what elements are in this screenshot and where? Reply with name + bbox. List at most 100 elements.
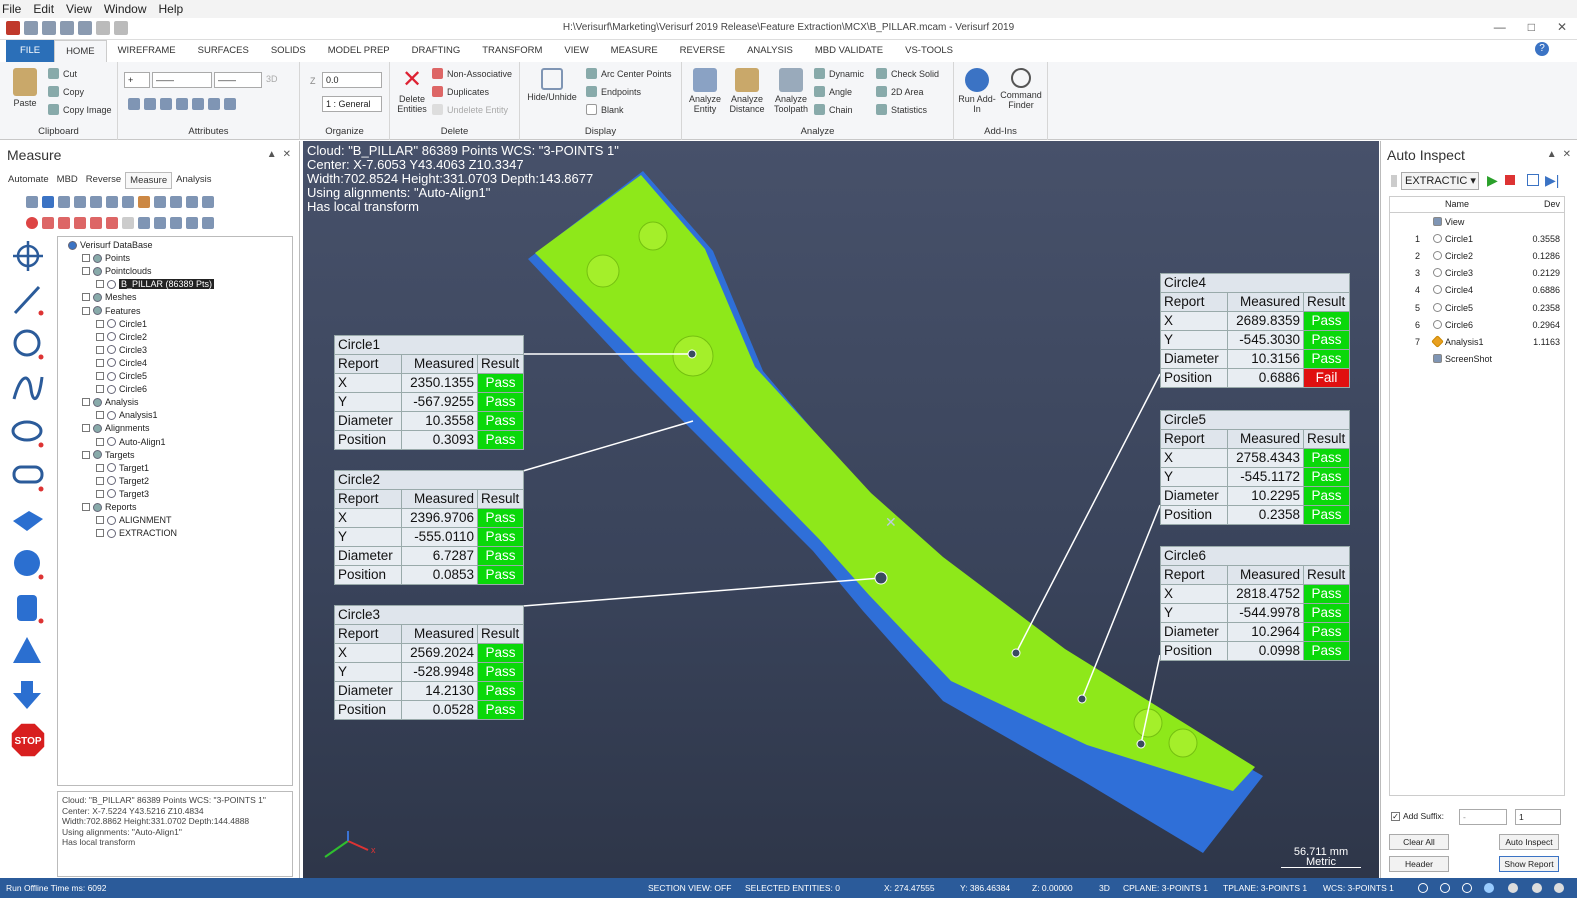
menu-help[interactable]: Help [159, 2, 184, 16]
pin-icon[interactable]: ▲ [1547, 149, 1557, 160]
tree-item[interactable]: Circle5 [96, 371, 147, 381]
panel-tab-analysis[interactable]: Analysis [172, 172, 215, 189]
step-icon[interactable]: ▶| [1545, 172, 1559, 189]
inspect-list-item[interactable]: View [1390, 214, 1564, 230]
tool-icon-5[interactable] [90, 196, 102, 208]
status-wcs[interactable]: WCS: 3-POINTS 1 [1323, 883, 1394, 893]
menu-window[interactable]: Window [104, 2, 147, 16]
panel-toolbar-1[interactable] [26, 196, 214, 208]
tool-icon-2[interactable] [42, 196, 54, 208]
tool-icon-4[interactable] [74, 196, 86, 208]
inspect-list-item[interactable]: 4 Circle4 0.6886 [1390, 282, 1564, 298]
help-icon[interactable]: ? [1535, 42, 1549, 56]
copy-button[interactable]: Copy [48, 86, 84, 97]
tree-item[interactable]: Verisurf DataBase [68, 240, 153, 250]
sphere-tool[interactable] [8, 544, 48, 584]
point-tool[interactable] [8, 236, 48, 276]
inspect-list-item[interactable]: 3 Circle3 0.2129 [1390, 265, 1564, 281]
attribute-icons[interactable] [128, 98, 236, 110]
tree-item[interactable]: Auto-Align1 [96, 437, 166, 447]
statistics-button[interactable]: Statistics [876, 104, 927, 115]
surface-color-icon[interactable] [176, 98, 188, 110]
tree-item[interactable]: Circle1 [96, 319, 147, 329]
status-cplane[interactable]: CPLANE: 3-POINTS 1 [1123, 883, 1208, 893]
tab-file[interactable]: FILE [6, 40, 55, 62]
tool-icon-11[interactable] [186, 196, 198, 208]
shading-icon-4[interactable] [1554, 883, 1564, 893]
tab-measure[interactable]: MEASURE [600, 40, 669, 62]
checkbox[interactable] [96, 358, 104, 367]
check-solid-button[interactable]: Check Solid [876, 68, 939, 79]
tree-item[interactable]: Target3 [96, 489, 149, 499]
stop-square-icon[interactable] [1505, 175, 1515, 185]
level-select[interactable]: 1 : General [322, 96, 382, 112]
undelete-entity-button[interactable]: Undelete Entity [432, 104, 508, 115]
tool-icon-21[interactable] [186, 217, 198, 229]
checkbox[interactable] [82, 293, 90, 302]
tab-analysis[interactable]: ANALYSIS [736, 40, 804, 62]
checkbox[interactable] [96, 411, 104, 420]
probe-tool[interactable] [8, 676, 48, 716]
menu-edit[interactable]: Edit [33, 2, 54, 16]
non-associative-button[interactable]: Non-Associative [432, 68, 512, 79]
checkbox[interactable] [82, 254, 90, 263]
tree-item[interactable]: Reports [82, 502, 137, 512]
add-suffix-checkbox[interactable]: ✓ Add Suffix: [1391, 811, 1444, 821]
tree-item[interactable]: EXTRACTION [96, 528, 177, 538]
auto-inspect-button[interactable]: Auto Inspect [1499, 834, 1559, 850]
status-tplane[interactable]: TPLANE: 3-POINTS 1 [1223, 883, 1307, 893]
fill-icon[interactable] [144, 98, 156, 110]
spline-tool[interactable] [8, 368, 48, 408]
tab-mbd-validate[interactable]: MBD VALIDATE [804, 40, 894, 62]
minimize-icon[interactable]: — [1494, 20, 1506, 34]
tab-transform[interactable]: TRANSFORM [471, 40, 553, 62]
clear-all-button[interactable]: Clear All [1389, 834, 1449, 850]
checkbox[interactable] [82, 450, 90, 459]
tree-item[interactable]: Features [82, 306, 141, 316]
hide-unhide-button[interactable]: Hide/Unhide [524, 68, 580, 102]
cut-button[interactable]: Cut [48, 68, 77, 79]
probe-icon-5[interactable] [106, 217, 118, 229]
close-icon[interactable]: ✕ [1557, 20, 1567, 34]
tree-item[interactable]: Circle2 [96, 332, 147, 342]
extraction-mode-select[interactable]: EXTRACTIC ▾ [1401, 172, 1479, 190]
line-width-select[interactable]: —— [214, 72, 262, 88]
pin-icon[interactable]: ▲ [267, 149, 277, 160]
tree-item[interactable]: Alignments [82, 423, 150, 433]
axis-icon[interactable] [170, 217, 182, 229]
suffix-number-input[interactable]: 1 [1515, 809, 1561, 825]
probe-icon-1[interactable] [42, 217, 54, 229]
checkbox[interactable] [82, 306, 90, 315]
maximize-icon[interactable]: □ [1528, 20, 1535, 34]
inspect-list-item[interactable]: 5 Circle5 0.2358 [1390, 300, 1564, 316]
line-color-icon[interactable] [160, 98, 172, 110]
z-depth-input[interactable]: 0.0 [322, 72, 382, 88]
inspect-list-item[interactable]: 2 Circle2 0.1286 [1390, 248, 1564, 264]
inspect-list-item[interactable]: 7 Analysis1 1.1163 [1390, 334, 1564, 350]
tree-item[interactable]: Circle6 [96, 384, 147, 394]
chain-button[interactable]: Chain [814, 104, 853, 115]
status-section-view[interactable]: SECTION VIEW: OFF [648, 883, 731, 893]
tab-solids[interactable]: SOLIDS [260, 40, 317, 62]
target-icon[interactable] [26, 217, 38, 229]
checkbox[interactable] [96, 345, 104, 354]
play-icon[interactable]: ▶ [1487, 172, 1498, 189]
analyze-distance-button[interactable]: Analyze Distance [726, 68, 768, 114]
copy-image-button[interactable]: Copy Image [48, 104, 112, 115]
paste-button[interactable]: Paste [8, 68, 42, 108]
checkbox[interactable] [82, 424, 90, 433]
tool-icon-12[interactable] [202, 196, 214, 208]
checkbox[interactable] [96, 437, 104, 446]
line-tool[interactable] [8, 280, 48, 320]
tree-item[interactable]: Meshes [82, 292, 137, 302]
checkbox[interactable] [82, 267, 90, 276]
inspect-list-item[interactable]: 1 Circle1 0.3558 [1390, 231, 1564, 247]
shading-icon-3[interactable] [1532, 883, 1542, 893]
show-report-button[interactable]: Show Report [1499, 856, 1559, 872]
line-style-select[interactable]: —— [152, 72, 212, 88]
zoom-icon[interactable] [106, 196, 118, 208]
inspection-list[interactable]: Name Dev View 1 Circle1 0.3558 2 Circle2 0.128… [1389, 196, 1565, 796]
database-tree[interactable]: Verisurf DataBase Points Pointclouds B_PILL… [57, 236, 293, 786]
menu-view[interactable]: View [66, 2, 92, 16]
tool-icon-22[interactable] [202, 217, 214, 229]
